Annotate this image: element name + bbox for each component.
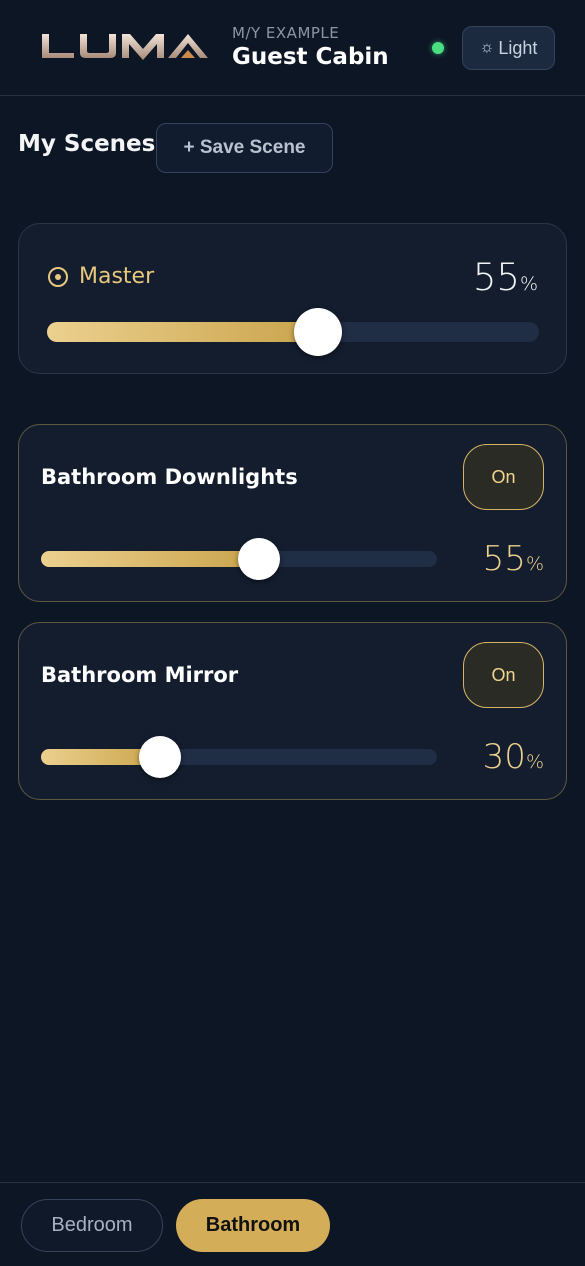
master-card: Master 55% <box>18 223 567 374</box>
light-unit: % <box>525 553 544 575</box>
light-unit: % <box>525 751 544 773</box>
save-scene-button[interactable]: + Save Scene <box>156 123 333 173</box>
light-slider-thumb[interactable] <box>138 736 181 778</box>
light-percentage: 55% <box>483 539 544 579</box>
master-value: 55 <box>472 256 520 299</box>
light-slider[interactable] <box>41 538 437 580</box>
light-name: Bathroom Mirror <box>41 663 239 687</box>
vessel-label: M/Y EXAMPLE <box>232 24 340 42</box>
master-slider-fill <box>47 322 318 342</box>
scenes-title: My Scenes <box>18 131 156 157</box>
light-name: Bathroom Downlights <box>41 465 298 489</box>
room-tab-bathroom[interactable]: Bathroom <box>176 1199 330 1252</box>
master-percentage: 55% <box>473 256 538 299</box>
light-toggle-button[interactable]: On <box>463 444 544 510</box>
theme-toggle-button[interactable]: ☼ Light <box>462 26 555 70</box>
master-label: Master <box>79 264 155 289</box>
app: M/Y EXAMPLE Guest Cabin ☼ Light My Scene… <box>0 0 585 1266</box>
master-slider-thumb[interactable] <box>293 308 342 356</box>
sun-icon: ☼ <box>479 39 495 56</box>
light-slider-thumb[interactable] <box>237 538 280 580</box>
luma-logo <box>42 34 208 60</box>
room-tab-bar: Bedroom Bathroom <box>0 1182 585 1266</box>
header: M/Y EXAMPLE Guest Cabin ☼ Light <box>0 0 585 96</box>
light-toggle-button[interactable]: On <box>463 642 544 708</box>
room-tab-bedroom[interactable]: Bedroom <box>21 1199 163 1252</box>
master-slider[interactable] <box>47 308 539 356</box>
light-slider-fill <box>41 551 259 567</box>
master-unit: % <box>519 273 538 295</box>
light-card-bathroom-mirror: Bathroom Mirror On 30% <box>18 622 567 800</box>
light-card-bathroom-downlights: Bathroom Downlights On 55% <box>18 424 567 602</box>
cabin-title: Guest Cabin <box>232 44 389 70</box>
light-value: 30 <box>482 737 526 777</box>
light-slider[interactable] <box>41 736 437 778</box>
theme-toggle-label: Light <box>498 37 538 58</box>
connection-status-indicator <box>432 42 444 54</box>
target-icon <box>48 267 68 287</box>
light-value: 55 <box>482 539 526 579</box>
light-percentage: 30% <box>483 737 544 777</box>
